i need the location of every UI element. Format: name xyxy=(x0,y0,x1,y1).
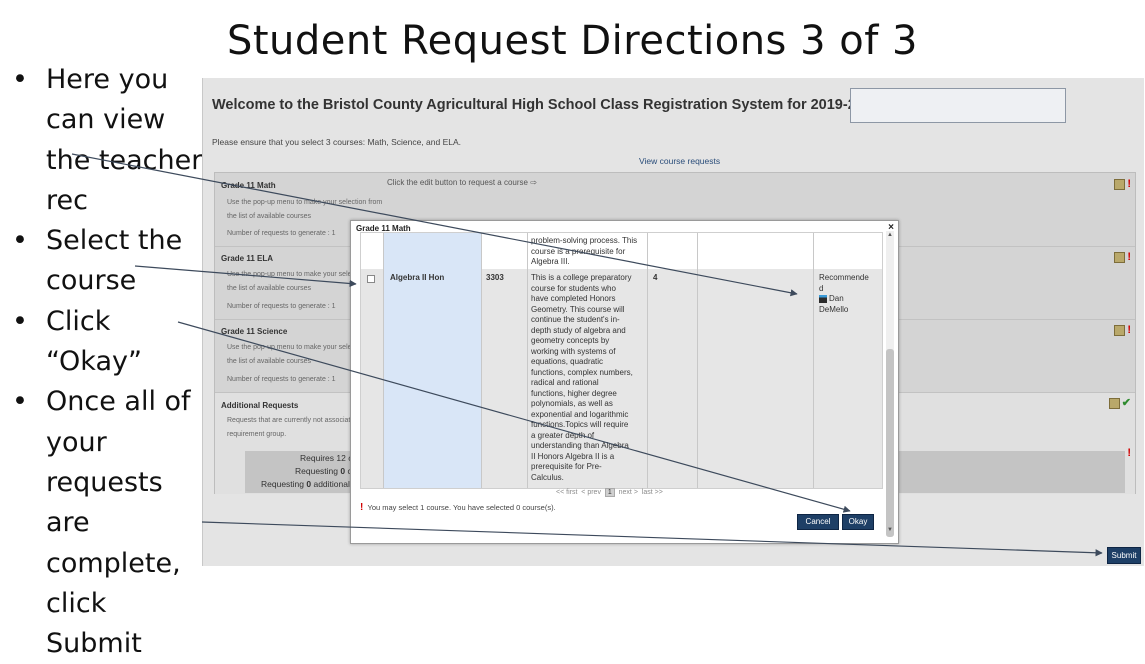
arrow-to-teacher-rec xyxy=(71,153,798,297)
arrow-to-submit xyxy=(201,521,1103,557)
annotation-arrows xyxy=(71,153,1103,557)
arrow-to-okay xyxy=(177,321,851,513)
bullet-line: click Submit xyxy=(46,587,142,660)
arrow-to-course xyxy=(134,265,357,288)
